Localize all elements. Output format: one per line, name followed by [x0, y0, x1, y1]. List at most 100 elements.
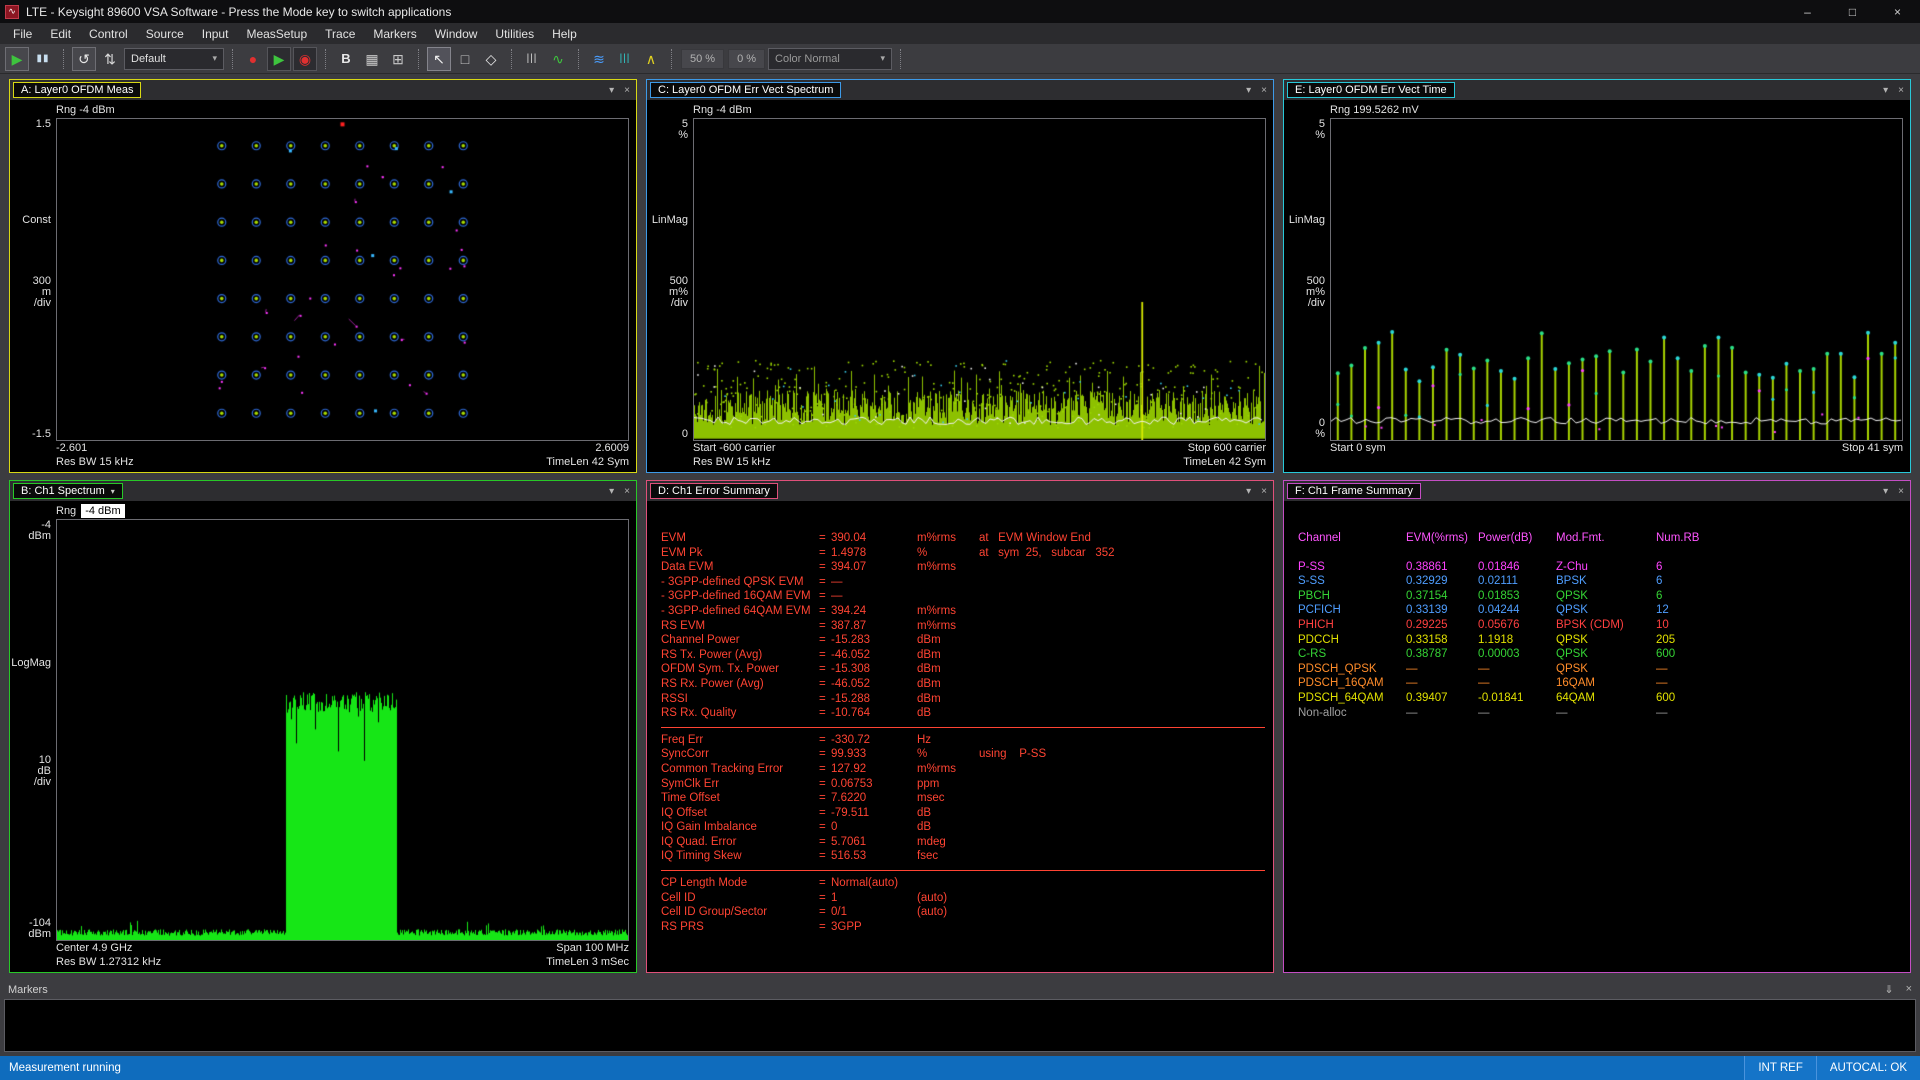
menu-trace[interactable]: Trace — [316, 25, 364, 43]
stack-layout-button[interactable]: ⊞ — [386, 47, 410, 71]
menu-help[interactable]: Help — [543, 25, 586, 43]
panel-f-title[interactable]: F: Ch1 Frame Summary — [1287, 483, 1421, 499]
markers-close-icon[interactable]: × — [1906, 983, 1912, 996]
color-mode-dropdown[interactable]: Color Normal ▾ — [768, 47, 893, 70]
peak-marker-button[interactable]: ∿ — [546, 47, 570, 71]
err-vect-spectrum-plot[interactable] — [694, 119, 1265, 440]
menu-bar: File Edit Control Source Input MeasSetup Trace… — [0, 23, 1920, 44]
preset-dropdown[interactable]: Default ▾ — [124, 47, 224, 70]
error-summary-row: RS Tx. Power (Avg) = -46.052 dBm — [661, 648, 941, 661]
panel-a-y-axis: 1.5 Const 300 m /div -1.5 — [22, 118, 51, 440]
error-summary-separator — [661, 870, 1265, 872]
panel-b-close-icon[interactable]: × — [624, 486, 630, 497]
panel-c-caret-icon[interactable]: ▾ — [1246, 85, 1251, 96]
panel-c-range-readout[interactable]: Rng -4 dBm — [647, 102, 1266, 118]
panel-c-title[interactable]: C: Layer0 OFDM Err Vect Spectrum — [650, 82, 842, 98]
close-button[interactable]: × — [1875, 0, 1920, 23]
panel-e-x-axis: Start 0 sym Stop 41 sym — [1330, 442, 1903, 454]
minimize-button[interactable]: – — [1785, 0, 1830, 23]
frame-summary-row: PBCH 0.37154 0.01853 QPSK 6 — [1298, 589, 1663, 602]
panel-b-caret-icon[interactable]: ▾ — [609, 486, 614, 497]
main-area: A: Layer0 OFDM Meas ▾ × Rng -4 dBm 1.5 C… — [0, 74, 1920, 980]
panel-a-caret-icon[interactable]: ▾ — [609, 85, 614, 96]
maximize-button[interactable]: □ — [1830, 0, 1875, 23]
panel-e: E: Layer0 OFDM Err Vect Time ▾ × Rng 199… — [1283, 79, 1911, 473]
err-vect-time-plot[interactable] — [1331, 119, 1902, 440]
bar-display-button[interactable]: ||| — [613, 47, 637, 71]
format-b-button[interactable]: B — [334, 47, 358, 71]
autocal-indicator[interactable]: AUTOCAL: OK — [1815, 1056, 1920, 1080]
panel-a-title[interactable]: A: Layer0 OFDM Meas — [13, 82, 142, 98]
menu-source[interactable]: Source — [137, 25, 193, 43]
error-summary-row: IQ Gain Imbalance = 0 dB — [661, 821, 932, 834]
panel-e-info-row — [1284, 455, 1903, 469]
playback-button[interactable]: ▶ — [267, 46, 291, 71]
panel-e-range-readout[interactable]: Rng 199.5262 mV — [1284, 102, 1903, 118]
panel-d-caret-icon[interactable]: ▾ — [1246, 486, 1251, 497]
constellation-plot[interactable] — [57, 119, 628, 440]
panel-e-close-icon[interactable]: × — [1898, 85, 1904, 96]
panel-b-range-value[interactable]: -4 dBm — [81, 504, 125, 518]
panel-d-close-icon[interactable]: × — [1261, 486, 1267, 497]
menu-edit[interactable]: Edit — [41, 25, 80, 43]
menu-control[interactable]: Control — [80, 25, 137, 43]
vsa-window: ∿ LTE - Keysight 89600 VSA Software - Pr… — [0, 0, 1920, 1080]
record-button[interactable]: ● — [241, 47, 265, 71]
window-title: LTE - Keysight 89600 VSA Software - Pres… — [26, 4, 452, 19]
play-button[interactable]: ▶ — [5, 46, 29, 71]
markers-pin-icon[interactable]: ⇓ — [1884, 983, 1893, 996]
panel-b-dropdown-icon[interactable]: ▾ — [111, 487, 115, 496]
panel-b: B: Ch1 Spectrum ▾ ▾ × Rng -4 dBm -4 dBm … — [9, 480, 637, 973]
panel-e-header[interactable]: E: Layer0 OFDM Err Vect Time ▾ × — [1284, 80, 1910, 100]
panel-e-title-label: E: Layer0 OFDM Err Vect Time — [1295, 84, 1447, 96]
panel-c-title-label: C: Layer0 OFDM Err Vect Spectrum — [658, 84, 834, 96]
menu-window[interactable]: Window — [426, 25, 487, 43]
int-ref-indicator[interactable]: INT REF — [1744, 1056, 1816, 1080]
menu-meassetup[interactable]: MeasSetup — [237, 25, 316, 43]
menu-input[interactable]: Input — [193, 25, 238, 43]
panel-d-header[interactable]: D: Ch1 Error Summary ▾ × — [647, 481, 1273, 501]
toolbar-separator — [671, 48, 672, 69]
error-summary-row: - 3GPP-defined 64QAM EVM = 394.24 m%rms — [661, 604, 956, 617]
markers-content[interactable] — [4, 999, 1916, 1052]
panel-d-title[interactable]: D: Ch1 Error Summary — [650, 483, 778, 499]
panel-a-x-axis: -2.601 2.6009 — [56, 442, 629, 454]
panel-f-header[interactable]: F: Ch1 Frame Summary ▾ × — [1284, 481, 1910, 501]
panel-a-range-readout[interactable]: Rng -4 dBm — [10, 102, 629, 118]
error-summary-row: RS PRS = 3GPP — [661, 920, 862, 933]
panel-f-caret-icon[interactable]: ▾ — [1883, 486, 1888, 497]
panel-b-header[interactable]: B: Ch1 Spectrum ▾ ▾ × — [10, 481, 636, 501]
peak-hold-button[interactable]: ∧ — [639, 47, 663, 71]
marker-diamond-button[interactable]: ◇ — [479, 47, 503, 71]
pointer-button[interactable]: ↖ — [427, 46, 451, 71]
autoscale-button[interactable]: ⇅ — [98, 47, 122, 71]
panel-b-title[interactable]: B: Ch1 Spectrum ▾ — [13, 483, 123, 499]
spectrogram-button[interactable]: ≋ — [587, 47, 611, 71]
menu-markers[interactable]: Markers — [364, 25, 425, 43]
pause-button[interactable]: ▮▮ — [31, 47, 55, 71]
panel-e-caret-icon[interactable]: ▾ — [1883, 85, 1888, 96]
color-mode-dropdown-caret-icon: ▾ — [880, 53, 886, 63]
record-setup-button[interactable]: ◉ — [293, 46, 317, 71]
status-message: Measurement running — [9, 1062, 121, 1074]
panel-a-header[interactable]: A: Layer0 OFDM Meas ▾ × — [10, 80, 636, 100]
menu-file[interactable]: File — [4, 25, 41, 43]
spectrum-plot[interactable] — [57, 520, 628, 940]
panel-c-header[interactable]: C: Layer0 OFDM Err Vect Spectrum ▾ × — [647, 80, 1273, 100]
cursor-lines-button[interactable]: ||| — [520, 47, 544, 71]
frame-summary-row: PCFICH 0.33139 0.04244 QPSK 12 — [1298, 604, 1669, 617]
panel-e-title[interactable]: E: Layer0 OFDM Err Vect Time — [1287, 82, 1455, 98]
zoom-select-button[interactable]: □ — [453, 47, 477, 71]
menu-utilities[interactable]: Utilities — [486, 25, 543, 43]
restart-button[interactable]: ↺ — [72, 46, 96, 71]
grid-layout-button[interactable]: ▦ — [360, 47, 384, 71]
panel-c-close-icon[interactable]: × — [1261, 85, 1267, 96]
markers-panel: Markers ⇓ × — [0, 980, 1920, 1056]
panel-a-title-label: A: Layer0 OFDM Meas — [21, 84, 134, 96]
panel-f-close-icon[interactable]: × — [1898, 486, 1904, 497]
panel-e-y-axis: 5 % LinMag 500 m% /div 0 % — [1288, 118, 1325, 440]
panel-a-info-row: Res BW 15 kHz TimeLen 42 Sym — [56, 456, 629, 468]
panel-b-range-readout[interactable]: Rng -4 dBm — [10, 503, 629, 519]
error-summary-separator — [661, 726, 1265, 728]
panel-a-close-icon[interactable]: × — [624, 85, 630, 96]
